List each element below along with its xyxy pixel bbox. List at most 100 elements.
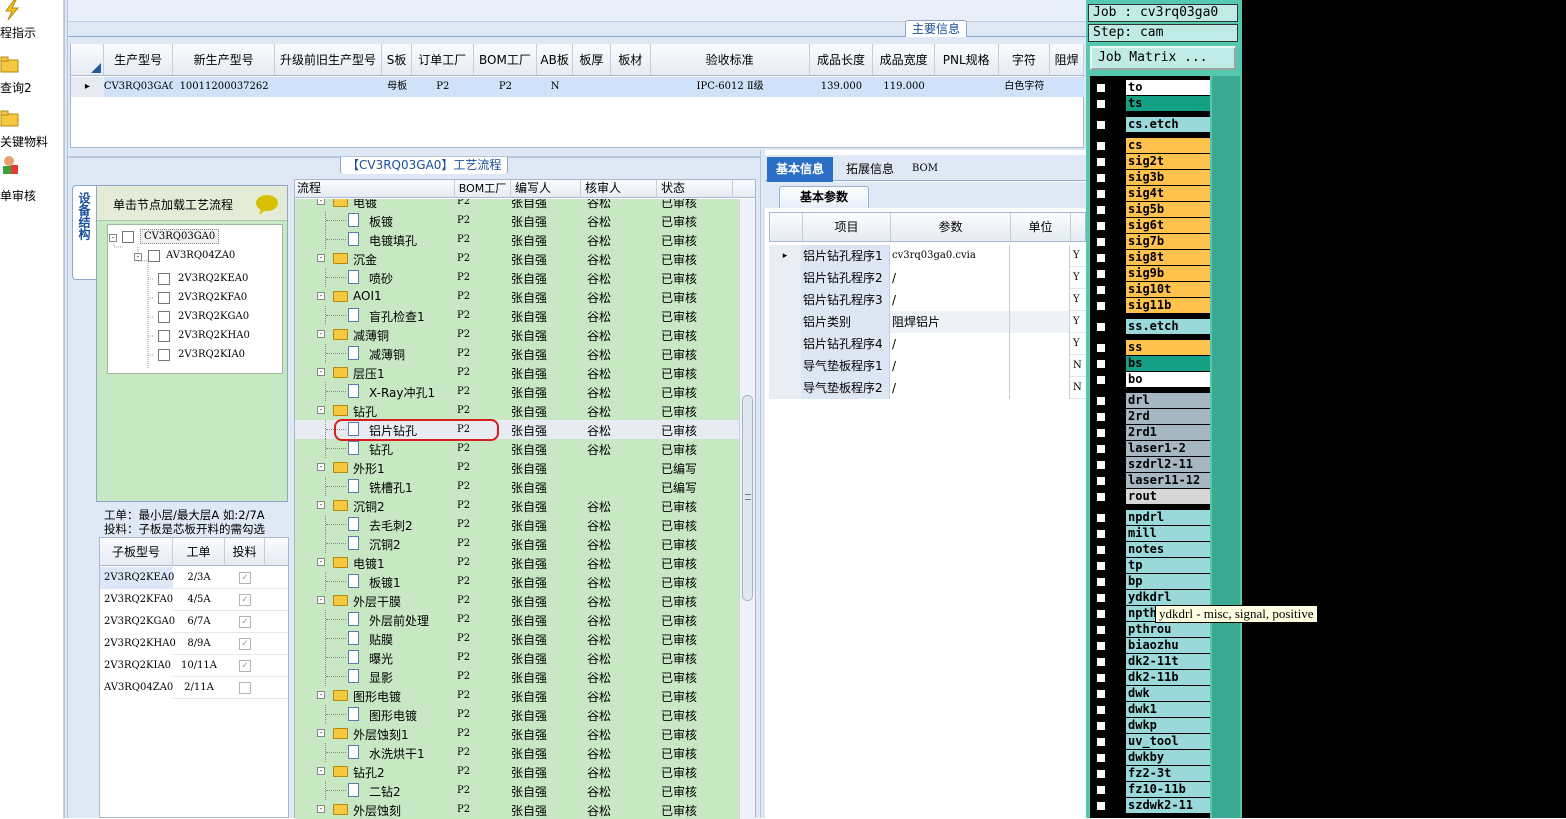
checkbox[interactable]: ✓ [239, 660, 251, 672]
layer-name[interactable]: sig5b [1126, 202, 1210, 217]
flow-row[interactable]: 显影 P2 张自强 谷松 已审核 [295, 667, 739, 686]
table-row[interactable]: AV3RQ04ZA0 2/11A [100, 677, 288, 699]
collapse-icon[interactable]: - [317, 729, 325, 737]
info-row[interactable]: 铝片钻孔程序2 / Y [769, 267, 1086, 289]
checkbox[interactable] [1096, 785, 1106, 795]
collapse-icon[interactable]: - [134, 253, 142, 261]
tree-node[interactable]: AV3RQ04ZA0 [166, 250, 235, 261]
flow-row[interactable]: 电镀填孔 P2 张自强 谷松 已审核 [295, 230, 739, 249]
collapse-icon[interactable]: - [317, 330, 325, 338]
checkbox[interactable] [1096, 359, 1106, 369]
flow-row[interactable]: - 外形1 P2 张自强 已编写 [295, 458, 739, 477]
flow-row[interactable]: - 钻孔2 P2 张自强 谷松 已审核 [295, 762, 739, 781]
checkbox[interactable] [1096, 625, 1106, 635]
checkbox[interactable] [1096, 396, 1106, 406]
col-header[interactable]: 板材 [611, 44, 651, 75]
layer-name[interactable]: uv_tool [1126, 734, 1210, 749]
layer-name[interactable]: szdwk2-11 [1126, 798, 1210, 813]
checkbox[interactable] [1096, 545, 1106, 555]
layer-row[interactable]: pthrou [1092, 622, 1210, 637]
checkbox[interactable] [1096, 529, 1106, 539]
layer-row[interactable]: 2rd [1092, 409, 1210, 424]
col-header[interactable]: 状态 [657, 180, 733, 198]
tree-node[interactable]: 2V3RQ2KGA0 [178, 311, 249, 322]
checkbox[interactable] [1096, 343, 1106, 353]
checkbox[interactable] [1096, 737, 1106, 747]
layer-name[interactable]: bo [1126, 372, 1210, 387]
collapse-icon[interactable]: - [317, 691, 325, 699]
info-row[interactable]: 导气垫板程序1 / N [769, 355, 1086, 377]
layer-name[interactable]: tp [1126, 558, 1210, 573]
col-header[interactable]: 升级前旧生产型号 [275, 44, 383, 75]
checkbox[interactable] [1096, 769, 1106, 779]
layer-name[interactable]: rout [1126, 489, 1210, 504]
collapse-icon[interactable]: - [317, 596, 325, 604]
layer-row[interactable]: ss.etch [1092, 319, 1210, 334]
layer-name[interactable]: dwkp [1126, 718, 1210, 733]
info-row[interactable]: ▸ 铝片钻孔程序1 cv3rq03ga0.cvia Y [769, 245, 1086, 267]
info-row[interactable]: 铝片钻孔程序3 / Y [769, 289, 1086, 311]
col-header[interactable]: 子板型号 [100, 538, 173, 566]
checkbox[interactable] [1096, 301, 1106, 311]
checkbox[interactable] [1096, 205, 1106, 215]
layer-row[interactable]: tp [1092, 558, 1210, 573]
collapse-icon[interactable]: - [317, 767, 325, 775]
checkbox[interactable] [1096, 157, 1106, 167]
layer-name[interactable]: sig7b [1126, 234, 1210, 249]
layer-row[interactable]: laser11-12 [1092, 473, 1210, 488]
col-header[interactable]: 字符 [999, 44, 1051, 75]
layer-name[interactable]: sig4t [1126, 186, 1210, 201]
checkbox[interactable] [1096, 221, 1106, 231]
layer-row[interactable]: sig2t [1092, 154, 1210, 169]
table-row[interactable]: 2V3RQ2KHA0 8/9A ✓ [100, 633, 288, 655]
flow-row[interactable]: 钻孔 P2 张自强 谷松 已审核 [295, 439, 739, 458]
layer-name[interactable]: dk2-11t [1126, 654, 1210, 669]
col-header[interactable]: S板 [382, 44, 412, 75]
layer-row[interactable]: dk2-11b [1092, 670, 1210, 685]
col-header[interactable]: PNL规格 [935, 44, 999, 75]
checkbox[interactable]: ✓ [239, 572, 251, 584]
col-header[interactable]: BOM工厂 [455, 180, 511, 198]
layer-name[interactable]: fz2-3t [1126, 766, 1210, 781]
flow-row[interactable]: - 钻孔 P2 张自强 谷松 已审核 [295, 401, 739, 420]
cell[interactable]: / [890, 355, 1010, 377]
layer-name[interactable]: ss.etch [1126, 319, 1210, 334]
layer-row[interactable]: sig9b [1092, 266, 1210, 281]
collapse-icon[interactable]: - [317, 254, 325, 262]
table-row[interactable]: ▸ CV3RQ03GA0 10011200037262 母板 P2 P2 N I… [71, 77, 1084, 97]
table-row[interactable]: 2V3RQ2KEA0 2/3A ✓ [100, 567, 288, 589]
checkbox[interactable] [1096, 141, 1106, 151]
tree-node[interactable]: 2V3RQ2KIA0 [178, 349, 245, 360]
layer-name[interactable]: notes [1126, 542, 1210, 557]
layer-row[interactable]: sig7b [1092, 234, 1210, 249]
layer-row[interactable]: npdrl [1092, 510, 1210, 525]
layer-name[interactable]: szdrl2-11 [1126, 457, 1210, 472]
flow-row[interactable]: 板镀 P2 张自强 谷松 已审核 [295, 211, 739, 230]
layer-row[interactable]: rout [1092, 489, 1210, 504]
tab-bom[interactable]: BOM [905, 157, 945, 181]
flow-row[interactable]: 图形电镀 P2 张自强 谷松 已审核 [295, 705, 739, 724]
layer-name[interactable]: npdrl [1126, 510, 1210, 525]
layer-name[interactable]: pthrou [1126, 622, 1210, 637]
collapse-icon[interactable]: - [317, 406, 325, 414]
checkbox[interactable] [1096, 689, 1106, 699]
layer-row[interactable]: szdwk2-11 [1092, 798, 1210, 813]
checkbox[interactable] [1096, 593, 1106, 603]
col-header[interactable]: 单位 [1011, 213, 1071, 241]
layer-row[interactable]: fz2-3t [1092, 766, 1210, 781]
checkbox[interactable] [1096, 561, 1106, 571]
cell[interactable]: 阻焊铝片 [890, 311, 1010, 333]
scroll-thumb[interactable] [742, 395, 753, 601]
layer-name[interactable]: laser11-12 [1126, 473, 1210, 488]
cell[interactable]: cv3rq03ga0.cvia [890, 245, 1010, 267]
table-row[interactable]: 2V3RQ2KIA0 10/11A ✓ [100, 655, 288, 677]
layer-row[interactable]: sig5b [1092, 202, 1210, 217]
layer-row[interactable]: notes [1092, 542, 1210, 557]
checkbox[interactable] [158, 311, 170, 323]
layer-row[interactable]: cs [1092, 138, 1210, 153]
checkbox[interactable] [148, 250, 160, 262]
layer-name[interactable]: cs.etch [1126, 117, 1210, 132]
layer-row[interactable]: sig4t [1092, 186, 1210, 201]
layer-name[interactable]: fz10-11b [1126, 782, 1210, 797]
col-header[interactable]: 成品长度 [810, 44, 874, 75]
